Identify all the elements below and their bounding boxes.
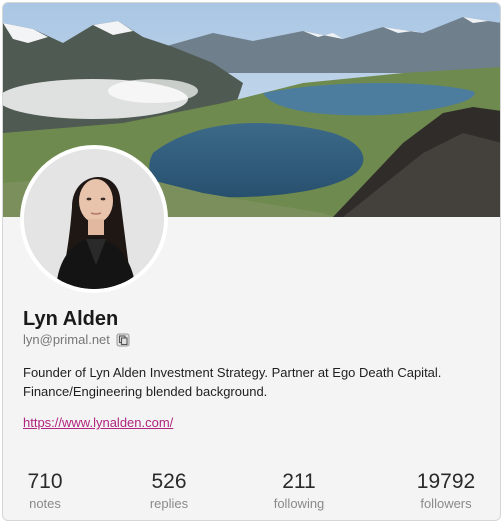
profile-name: Lyn Alden — [23, 308, 119, 330]
stat-followers-value: 19792 — [416, 470, 476, 493]
stat-following-value: 211 — [282, 470, 316, 493]
profile-handle-row: lyn@primal.net — [23, 332, 130, 347]
profile-website-link[interactable]: https://www.lynalden.com/ — [23, 415, 173, 430]
profile-handle: lyn@primal.net — [23, 332, 110, 347]
stat-replies[interactable]: 526 replies — [124, 469, 214, 512]
stat-followers[interactable]: 19792 followers — [401, 469, 491, 512]
avatar-portrait — [24, 149, 164, 289]
copy-icon[interactable] — [116, 333, 130, 347]
profile-bio: Founder of Lyn Alden Investment Strategy… — [23, 365, 442, 399]
stat-following-label: following — [273, 496, 325, 511]
stat-notes-value: 710 — [27, 470, 63, 493]
stat-notes[interactable]: 710 notes — [3, 469, 90, 512]
stat-followers-label: followers — [420, 496, 472, 511]
stat-replies-label: replies — [149, 496, 189, 511]
stat-following[interactable]: 211 following — [254, 469, 344, 512]
profile-stats: 710 notes 526 replies 211 following 1979… — [3, 469, 500, 515]
profile-avatar[interactable] — [20, 145, 168, 293]
profile-card: Lyn Alden lyn@primal.net Founder of Lyn … — [2, 2, 501, 521]
stat-notes-label: notes — [29, 496, 61, 511]
stat-replies-value: 526 — [151, 470, 187, 493]
